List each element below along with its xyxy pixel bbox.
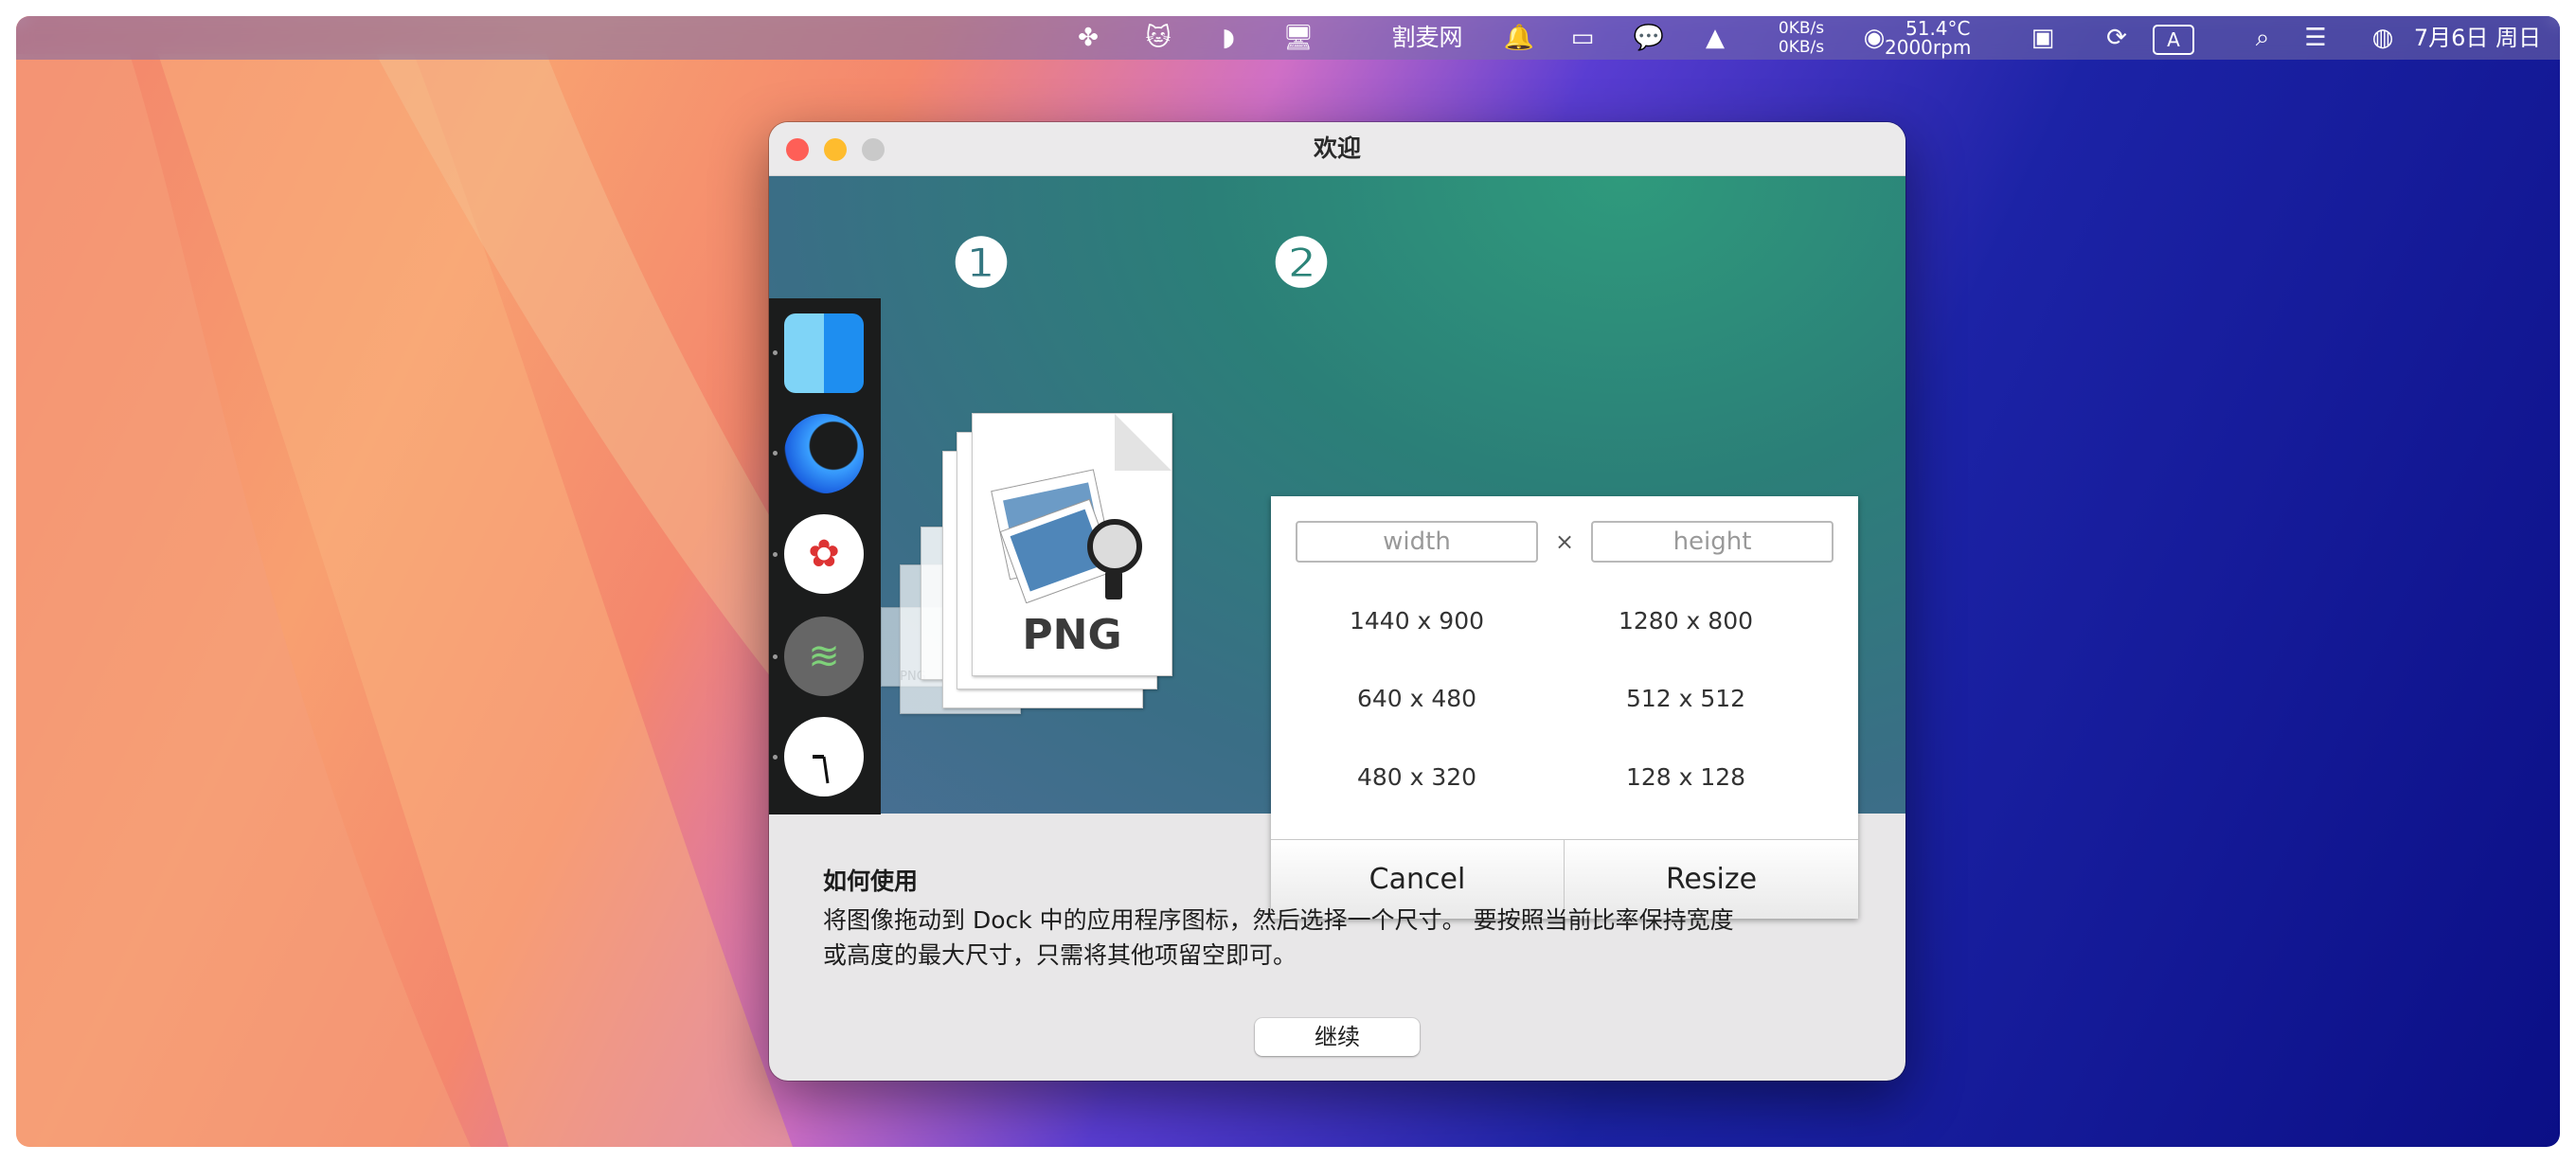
howto-line-2: 或高度的最大尺寸，只需将其他项留空即可。 [823,941,1297,969]
howto-text: 将图像拖动到 Dock 中的应用程序图标，然后选择一个尺寸。 要按照当前比率保持… [823,903,1865,973]
display-icon[interactable]: 🖥 [1279,22,1317,54]
sync-icon[interactable]: ⟳ [2098,22,2136,54]
dock-indicator [773,350,778,355]
preset-128x128[interactable]: 128 x 128 [1563,749,1809,806]
d-app-icon[interactable]: ◗ [1209,22,1247,54]
welcome-window: 欢迎 ❶ ❷ PNG width × height 1440 x 900 128… [769,122,1905,1081]
desktop: ✤ 🐱 ◗ 🖥 割麦网 🔔 ▭ 💬 ▲ 0KB/s 0KB/s ◉ 51.4°C… [16,16,2560,1147]
search-icon[interactable]: ⌕ [2244,22,2281,54]
photo-with-magnifier-icon [991,414,1172,603]
photo-icon[interactable]: ▣ [2024,22,2062,54]
resize-panel: width × height 1440 x 900 1280 x 800 640… [1271,496,1858,919]
fan-speed[interactable]: 2000rpm [1885,38,1971,58]
cluster-icon[interactable]: ✤ [1069,22,1107,54]
moon-icon [784,414,864,493]
cat-silhouette-icon[interactable]: ▲ [1696,22,1734,54]
window-title: 欢迎 [1313,134,1361,162]
howto-title: 如何使用 [823,868,919,895]
title-bar: 欢迎 [769,122,1905,176]
monitor-icon[interactable]: ▭ [1564,22,1601,54]
continue-button[interactable]: 继续 [1255,1018,1420,1056]
png-label: PNG [1022,611,1122,659]
height-field[interactable]: height [1591,521,1834,563]
dock-indicator [773,654,778,659]
net-down[interactable]: 0KB/s [1759,38,1844,57]
preset-640x480[interactable]: 640 x 480 [1294,671,1540,727]
datetime[interactable]: 7月6日 周日 [2406,22,2549,54]
script-icon: ≋ [784,617,864,696]
width-field[interactable]: width [1296,521,1538,563]
step-two-badge: ❷ [1271,224,1332,302]
clock-icon [784,717,864,796]
wechat-icon[interactable]: 💬 [1630,22,1668,54]
preset-1280x800[interactable]: 1280 x 800 [1563,593,1809,650]
dock-illustration: ✿ ≋ [769,298,881,814]
png-document-icon: PNG [972,413,1172,676]
cat-icon[interactable]: 🐱 [1139,22,1177,54]
menubar-app-name[interactable]: 割麦网 [1380,22,1475,54]
instruction-illustration: ❶ ❷ PNG PNG [769,176,1905,919]
times-sign: × [1555,528,1575,555]
clock-hands [813,755,830,784]
siri-icon[interactable]: ◍ [2364,22,2402,54]
preset-512x512[interactable]: 512 x 512 [1563,671,1809,727]
control-center-icon[interactable]: ☰ [2297,22,2334,54]
dock-indicator [773,755,778,760]
bell-icon[interactable]: 🔔 [1500,22,1538,54]
dock-indicator [773,552,778,557]
menu-bar: ✤ 🐱 ◗ 🖥 割麦网 🔔 ▭ 💬 ▲ 0KB/s 0KB/s ◉ 51.4°C… [16,16,2560,60]
keychain-icon: ✿ [784,514,864,594]
finder-icon [784,313,864,393]
net-up[interactable]: 0KB/s [1759,19,1844,38]
input-method-icon[interactable]: A [2153,25,2194,55]
howto-line-1: 将图像拖动到 Dock 中的应用程序图标，然后选择一个尺寸。 要按照当前比率保持… [823,906,1734,934]
preset-480x320[interactable]: 480 x 320 [1294,749,1540,806]
step-one-badge: ❶ [951,224,1011,302]
preset-1440x900[interactable]: 1440 x 900 [1294,593,1540,650]
dock-indicator [773,451,778,456]
